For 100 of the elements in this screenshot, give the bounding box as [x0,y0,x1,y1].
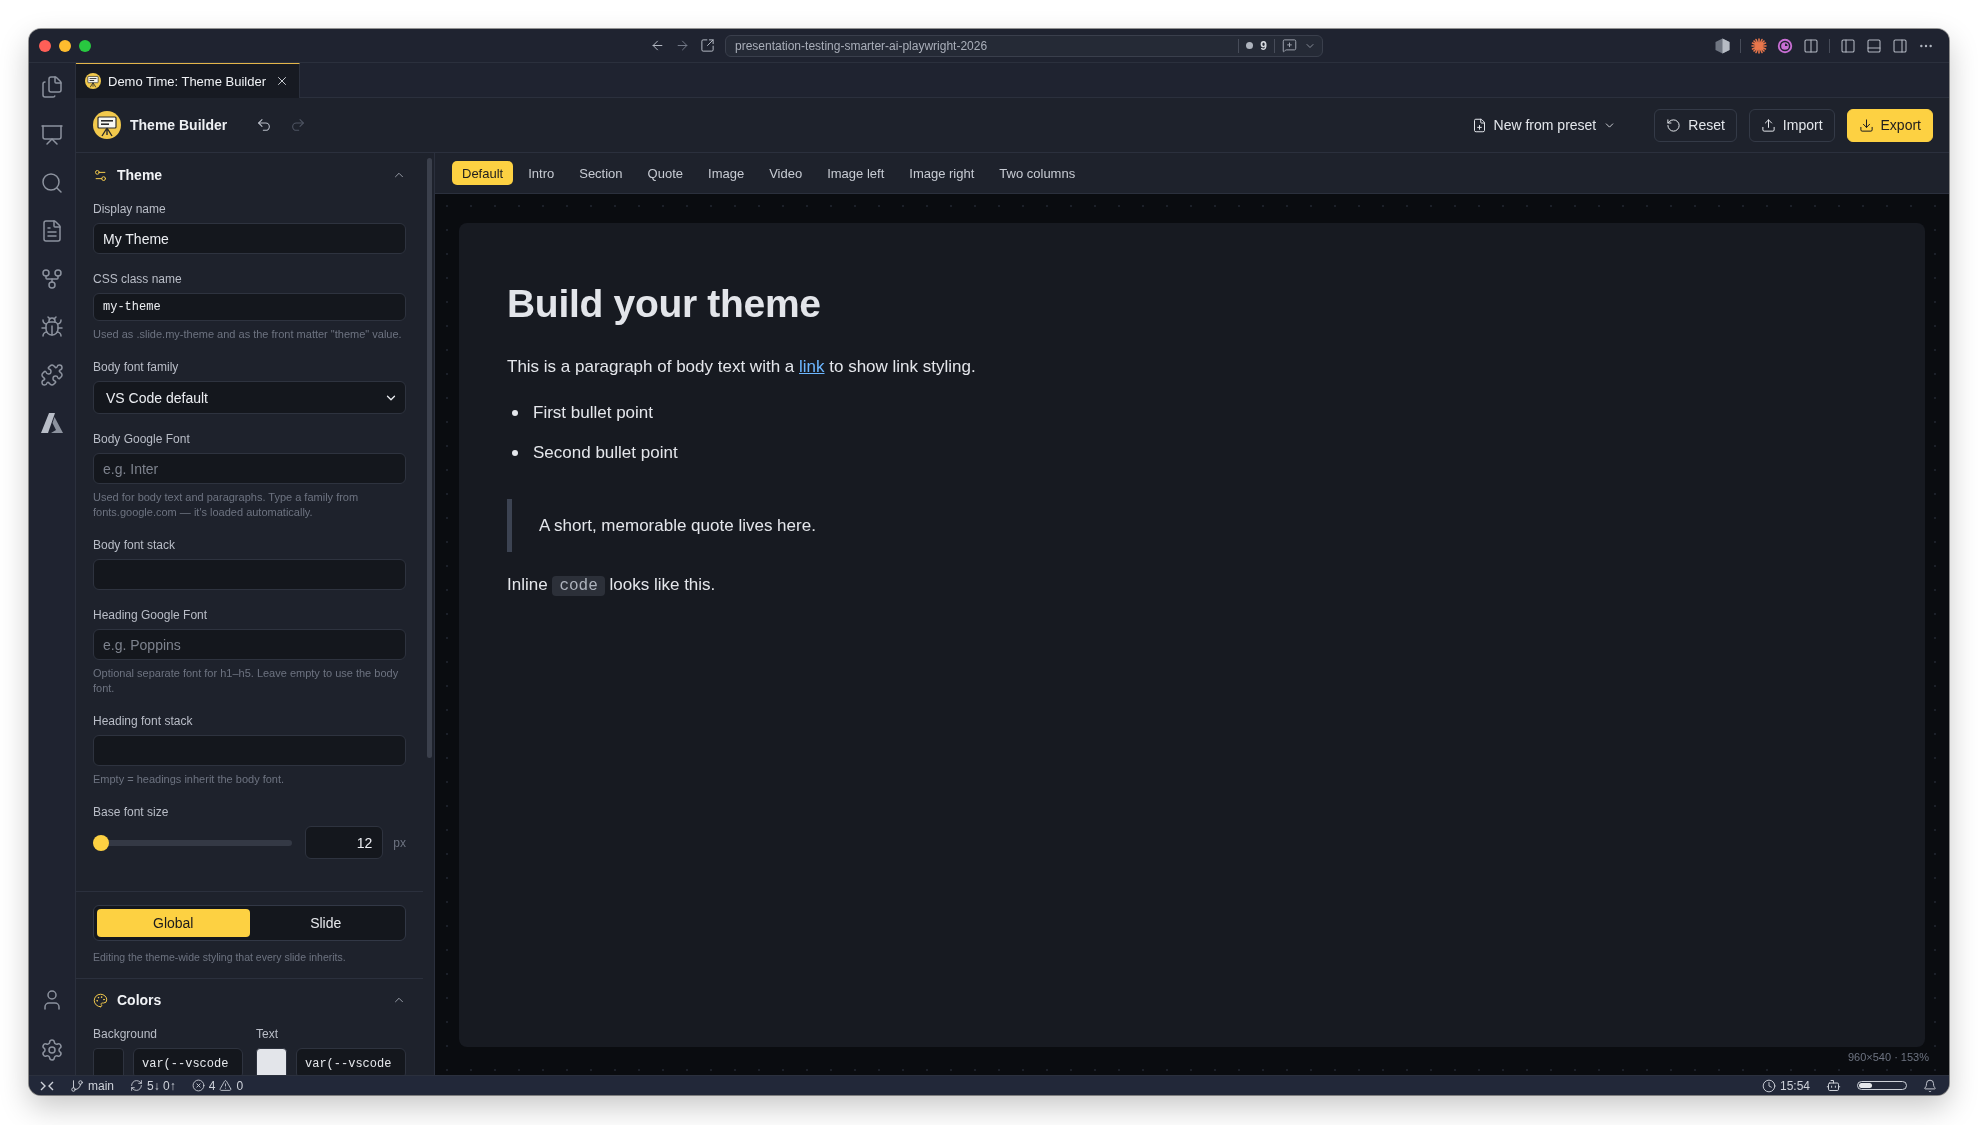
layout-tab[interactable]: Image left [817,161,895,185]
files-icon[interactable] [40,75,64,99]
logo-icon [85,73,101,89]
layout-tab[interactable]: Default [452,161,514,185]
redo-icon [290,117,307,133]
field-label: Display name [93,202,167,217]
notification-bell-icon[interactable] [1923,1078,1937,1093]
toolbar-button[interactable]: New from preset [1459,108,1629,142]
upload-icon [1760,117,1776,133]
field-label: Body font stack [93,538,177,553]
section-header[interactable]: Theme [93,160,406,190]
sliders-icon [93,167,108,183]
text-link[interactable]: link [799,357,825,376]
text-field[interactable] [93,559,406,590]
number-field[interactable]: 12 [305,826,384,859]
warning-icon[interactable] [219,1079,233,1092]
spiral-circle-icon[interactable] [1777,37,1793,54]
text-field[interactable] [93,735,406,766]
bug-icon[interactable] [40,315,64,339]
help-text: Optional separate font for h1–h5. Leave empty to use the body font. [93,666,400,696]
minimize-dot-icon[interactable] [59,39,71,52]
tab-title[interactable]: Demo Time: Theme Builder [108,73,268,89]
file-plus-icon [1471,117,1487,133]
code-field[interactable]: var(--vscode [296,1048,406,1075]
counterclockwise-arrow-icon [1666,117,1682,133]
section-header[interactable]: Colors [93,985,406,1015]
code-field[interactable]: my-theme [93,293,406,321]
bot-icon[interactable] [1826,1078,1841,1093]
branch-name[interactable]: main [88,1078,114,1093]
angle-brackets-icon[interactable] [40,1079,54,1092]
bullet-icon [512,410,518,416]
dot-icon [1246,42,1254,49]
scrollbar[interactable] [427,158,432,758]
fork-icon[interactable] [40,267,64,291]
help-text: Used for body text and paragraphs. Type a family from fonts.google.com — it's loaded automatically. [93,490,360,520]
clock-time[interactable]: 15:54 [1779,1078,1810,1093]
text-field[interactable]: My Theme [93,223,406,254]
external-link-icon[interactable] [700,38,715,53]
help-text: Empty = headings inherit the body font. [93,772,286,787]
panel-left-icon[interactable] [1840,37,1856,54]
slider-thumb[interactable] [93,834,109,851]
document-icon[interactable] [40,219,64,243]
bullet-text: Second bullet point [533,442,678,464]
text-field[interactable]: e.g. Inter [93,453,406,484]
download-icon [1858,117,1874,133]
address-text: presentation-testing-smarter-ai-playwright-2026 [735,38,989,53]
field-label: Background [93,1027,159,1042]
swatch-icon[interactable] [93,1048,124,1075]
inline-code: code [552,576,605,596]
presentation-board-icon[interactable] [40,123,64,147]
warning-count[interactable]: 0 [236,1078,244,1093]
hexagon-icon[interactable] [1715,37,1730,54]
field-label: Body Google Font [93,432,191,447]
close-icon[interactable] [275,74,289,88]
swatch-icon[interactable] [256,1048,287,1075]
select-field[interactable]: VS Code default [93,381,406,414]
panel-bottom-icon[interactable] [1866,37,1882,54]
toolbar-button[interactable]: Export [1846,108,1933,142]
code-field[interactable]: var(--vscode [133,1048,243,1075]
triangle-logo-icon[interactable] [40,411,64,435]
unit-label: px [393,835,406,850]
puzzle-icon[interactable] [40,363,64,387]
split-icon[interactable] [1803,37,1819,54]
sync-status[interactable]: 5↓ 0↑ [147,1078,176,1093]
branch-icon[interactable] [70,1078,84,1093]
text-field[interactable]: e.g. Poppins [93,629,406,660]
error-icon[interactable] [191,1079,205,1092]
layout-tab[interactable]: Video [759,161,813,185]
slider-track[interactable] [93,834,293,851]
search-icon[interactable] [40,171,64,195]
help-text: Used as .slide.my-theme and as the front matter "theme" value. [93,327,403,342]
editor-tab[interactable]: Demo Time: Theme Builder [76,63,300,98]
layout-tab[interactable]: Image right [899,161,985,185]
starburst-icon[interactable] [1751,37,1767,54]
sync-icon[interactable] [130,1079,143,1092]
bullet-icon [512,450,518,456]
panel-right-icon[interactable] [1892,37,1908,54]
toolbar-button[interactable]: Import [1748,108,1835,142]
slide-heading: Build your theme [507,281,822,327]
field-label: Body font family [93,360,180,375]
layout-tab[interactable]: Section [569,161,633,185]
layout-tab[interactable]: Image [698,161,755,185]
error-count[interactable]: 4 [208,1078,216,1093]
forward-arrow-icon[interactable] [675,38,690,53]
address-bar[interactable]: presentation-testing-smarter-ai-playwright-2026 9 [725,34,1323,57]
logo-icon [93,111,121,139]
layout-tab[interactable]: Quote [637,161,693,185]
scope-option[interactable]: Global [97,909,250,937]
clock-icon[interactable] [1761,1078,1776,1093]
size-info: 960×540 · 153% [1847,1051,1929,1063]
layout-tab[interactable]: Two columns [989,161,1086,185]
settings-icon[interactable] [40,1038,64,1062]
undo-icon [256,117,273,133]
blockquote: A short, memorable quote lives here. [507,499,1877,552]
close-dot-icon[interactable] [39,39,51,52]
layout-tab[interactable]: Intro [518,161,565,185]
maximize-dot-icon[interactable] [79,39,91,52]
toolbar-button[interactable]: Reset [1654,108,1737,142]
chat-plus-icon[interactable] [1282,38,1297,53]
scope-option[interactable]: Slide [249,909,402,937]
